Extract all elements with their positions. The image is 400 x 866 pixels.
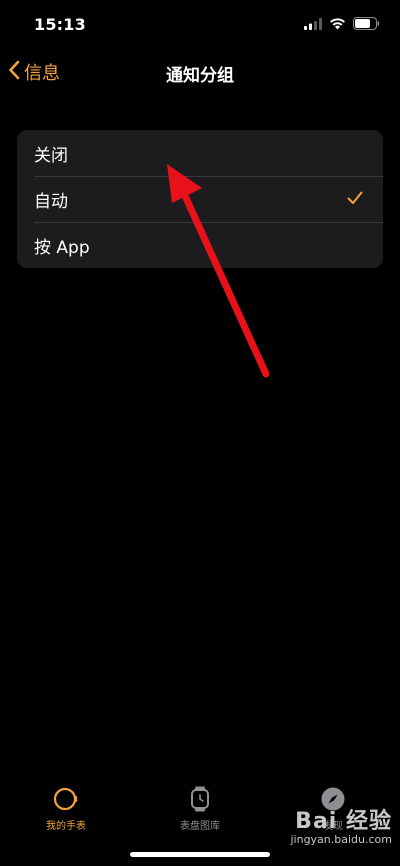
status-time: 15:13 <box>34 15 86 34</box>
home-indicator[interactable] <box>130 852 270 857</box>
page-title: 通知分组 <box>166 66 234 86</box>
list-item-label: 按 App <box>34 237 90 258</box>
wifi-icon <box>329 15 346 34</box>
list-item-label: 关闭 <box>34 145 68 166</box>
list-item-off[interactable]: 关闭 <box>17 130 383 176</box>
tab-face-gallery[interactable]: 表盘图库 <box>155 786 245 832</box>
baidu-jingyan-watermark: Bai 经验 jingyan.baidu.com <box>290 803 392 846</box>
tab-label: 我的手表 <box>46 821 86 832</box>
list-item-automatic[interactable]: 自动 <box>17 176 383 222</box>
list-item-label: 自动 <box>34 191 68 212</box>
list-item-by-app[interactable]: 按 App <box>17 222 383 268</box>
watermark-url: jingyan.baidu.com <box>290 833 392 846</box>
watch-face-icon <box>155 786 245 812</box>
tab-label: 表盘图库 <box>180 821 220 832</box>
status-icons <box>304 16 380 32</box>
battery-icon <box>353 15 380 34</box>
status-bar: 15:13 <box>0 0 400 50</box>
tab-my-watch[interactable]: 我的手表 <box>21 786 111 832</box>
watch-icon <box>21 786 111 812</box>
cellular-signal-icon <box>304 15 322 34</box>
navigation-bar: 信息 通知分组 <box>0 50 400 94</box>
checkmark-icon <box>347 190 363 210</box>
watermark-main: Bai 经验 <box>295 809 392 834</box>
notification-grouping-list: 关闭 自动 按 App <box>17 130 383 268</box>
